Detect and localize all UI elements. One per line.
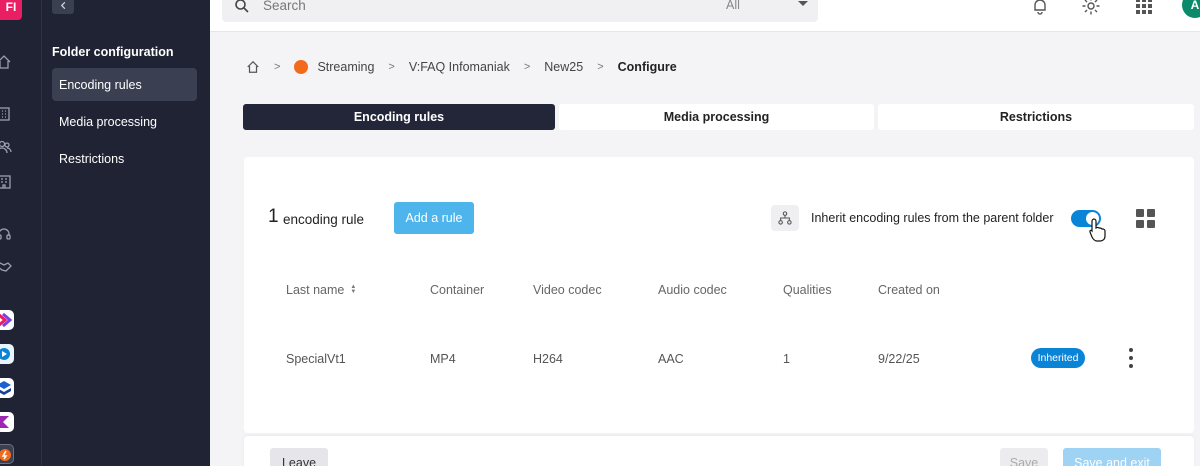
handshake-icon[interactable] bbox=[0, 259, 12, 275]
app-swisstransfer[interactable] bbox=[0, 344, 14, 364]
home-icon[interactable] bbox=[0, 54, 12, 70]
cell-created-on: 9/22/25 bbox=[878, 352, 920, 366]
sidebar-item-label: Media processing bbox=[59, 114, 157, 129]
breadcrumb-subfolder[interactable]: New25 bbox=[544, 60, 583, 74]
cell-name: SpecialVt1 bbox=[286, 352, 346, 366]
top-bar: Search All A bbox=[210, 0, 1200, 32]
sidebar-item-encoding-rules[interactable]: Encoding rules bbox=[52, 68, 197, 101]
chevron-right-icon: > bbox=[523, 61, 531, 73]
encoding-rules-card: 1 encoding rule Add a rule Inherit encod… bbox=[244, 157, 1194, 433]
building-icon[interactable] bbox=[0, 106, 12, 122]
cell-video-codec: H264 bbox=[533, 352, 563, 366]
footer-bar: Leave Save Save and exit bbox=[244, 436, 1194, 466]
breadcrumb-current: Configure bbox=[617, 60, 677, 74]
breadcrumb-folder[interactable]: V:FAQ Infomaniak bbox=[409, 60, 510, 74]
sidebar-item-media-processing[interactable]: Media processing bbox=[52, 105, 197, 138]
tab-restrictions[interactable]: Restrictions bbox=[878, 104, 1194, 130]
tab-media-processing[interactable]: Media processing bbox=[559, 104, 874, 130]
add-rule-button[interactable]: Add a rule bbox=[394, 202, 474, 234]
column-header-audio-codec: Audio codec bbox=[658, 283, 727, 297]
breadcrumb: > Streaming > V:FAQ Infomaniak > New25 >… bbox=[246, 58, 677, 76]
app-kdrive[interactable] bbox=[0, 378, 14, 398]
inherit-rules-label: Inherit encoding rules from the parent f… bbox=[811, 211, 1054, 225]
office-icon[interactable] bbox=[0, 174, 12, 190]
more-options-icon[interactable] bbox=[1127, 348, 1135, 368]
gear-icon[interactable] bbox=[1081, 0, 1101, 16]
collapse-sidebar-button[interactable] bbox=[52, 0, 74, 14]
sidebar-title: Folder configuration bbox=[52, 45, 174, 59]
save-and-exit-button[interactable]: Save and exit bbox=[1063, 448, 1161, 466]
column-header-last-name[interactable]: Last name ▲ ▼ bbox=[286, 283, 356, 297]
rule-count-label: encoding rule bbox=[283, 212, 365, 227]
headset-icon[interactable] bbox=[0, 226, 12, 242]
tab-encoding-rules[interactable]: Encoding rules bbox=[243, 104, 555, 130]
streaming-icon bbox=[294, 60, 309, 74]
cell-container: MP4 bbox=[430, 352, 456, 366]
chevron-right-icon: > bbox=[388, 61, 395, 73]
app-streaming[interactable] bbox=[0, 444, 14, 464]
app-kmeet[interactable] bbox=[0, 412, 14, 432]
sidebar-item-label: Encoding rules bbox=[59, 77, 142, 92]
sidebar-item-restrictions[interactable]: Restrictions bbox=[52, 142, 197, 175]
account-avatar[interactable]: FI bbox=[0, 0, 22, 20]
hand-pointer-icon bbox=[1089, 218, 1106, 242]
user-avatar[interactable]: A bbox=[1182, 0, 1200, 18]
hierarchy-icon bbox=[771, 205, 799, 231]
home-icon[interactable] bbox=[246, 60, 260, 74]
column-header-container: Container bbox=[430, 283, 485, 297]
column-header-created-on: Created on bbox=[878, 283, 940, 297]
sort-icon[interactable]: ▲ ▼ bbox=[350, 284, 356, 295]
search-input[interactable]: Search All bbox=[222, 0, 818, 22]
column-header-qualities: Qualities bbox=[783, 283, 832, 297]
bell-icon[interactable] bbox=[1030, 0, 1050, 16]
app-kchat[interactable] bbox=[0, 310, 14, 330]
apps-grid-icon[interactable] bbox=[1134, 0, 1154, 16]
sidebar: Folder configuration Encoding rules Medi… bbox=[42, 0, 210, 466]
column-header-video-codec: Video codec bbox=[533, 283, 602, 297]
leave-button[interactable]: Leave bbox=[270, 448, 328, 466]
chevron-left-icon bbox=[60, 1, 65, 9]
chevron-down-icon[interactable] bbox=[798, 1, 808, 6]
chevron-right-icon: > bbox=[274, 61, 281, 73]
rule-count: 1 bbox=[268, 206, 279, 227]
layout-grid-icon[interactable] bbox=[1136, 209, 1155, 228]
sidebar-item-label: Restrictions bbox=[59, 151, 125, 166]
cell-qualities: 1 bbox=[783, 352, 790, 366]
search-filter-select[interactable]: All bbox=[726, 0, 740, 12]
cell-audio-codec: AAC bbox=[658, 352, 684, 366]
chevron-right-icon: > bbox=[597, 61, 604, 73]
inherited-badge: Inherited bbox=[1031, 348, 1085, 368]
search-icon bbox=[235, 0, 249, 13]
search-placeholder: Search bbox=[263, 0, 306, 13]
breadcrumb-streaming[interactable]: Streaming bbox=[317, 60, 374, 74]
users-icon[interactable] bbox=[0, 139, 12, 155]
app-rail: FI bbox=[0, 0, 42, 466]
save-button[interactable]: Save bbox=[1000, 448, 1048, 466]
